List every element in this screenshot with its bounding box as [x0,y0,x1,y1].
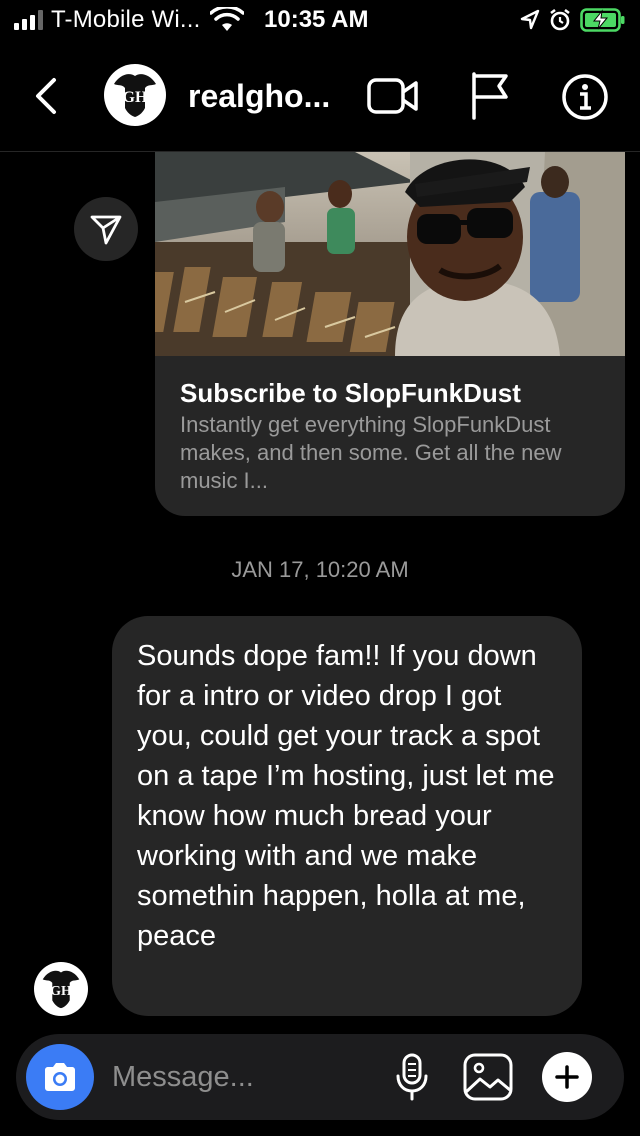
message-composer [16,1034,624,1120]
signal-icon [14,10,43,30]
svg-text:GH: GH [123,89,148,106]
link-preview-title: Subscribe to SlopFunkDust [180,378,521,408]
svg-text:GH: GH [50,984,72,999]
profile-logo-icon: GH [106,66,164,124]
back-arrow-icon[interactable] [26,74,70,118]
add-button[interactable] [542,1052,592,1102]
status-left: T-Mobile Wi... [14,6,245,34]
location-icon [520,9,540,30]
info-icon[interactable] [560,72,610,122]
microphone-icon[interactable] [394,1052,430,1102]
sender-avatar[interactable]: GH [34,962,88,1016]
profile-logo-icon: GH [35,963,87,1015]
status-bar: T-Mobile Wi... 10:35 AM [0,0,640,40]
message-text: Sounds dope fam!! If you down for a intr… [137,640,555,952]
share-button[interactable] [74,197,138,261]
link-preview-card[interactable]: Subscribe to SlopFunkDust Instantly get … [155,152,625,516]
battery-icon [580,8,625,32]
message-input[interactable] [112,1052,372,1102]
conversation-username[interactable]: realgho... [188,78,330,115]
camera-icon [45,1063,75,1091]
paper-plane-icon [90,215,122,245]
camera-button[interactable] [26,1044,94,1110]
flag-icon[interactable] [468,70,512,120]
status-right [520,6,626,34]
link-preview-description: Instantly get everything SlopFunkDust ma… [180,412,562,493]
clock: 10:35 AM [264,6,369,33]
record-store-photo [155,152,625,356]
alarm-icon [550,8,570,31]
video-call-icon[interactable] [366,74,420,118]
carrier-label: T-Mobile Wi... [51,6,201,33]
chat-header: GH realgho... [0,40,640,152]
link-preview-image [155,152,625,356]
gallery-icon[interactable] [462,1052,514,1102]
message-bubble[interactable]: Sounds dope fam!! If you down for a intr… [112,616,582,1016]
plus-icon [555,1065,579,1089]
avatar[interactable]: GH [104,64,166,126]
message-timestamp: JAN 17, 10:20 AM [231,557,409,582]
wifi-icon [210,7,245,31]
